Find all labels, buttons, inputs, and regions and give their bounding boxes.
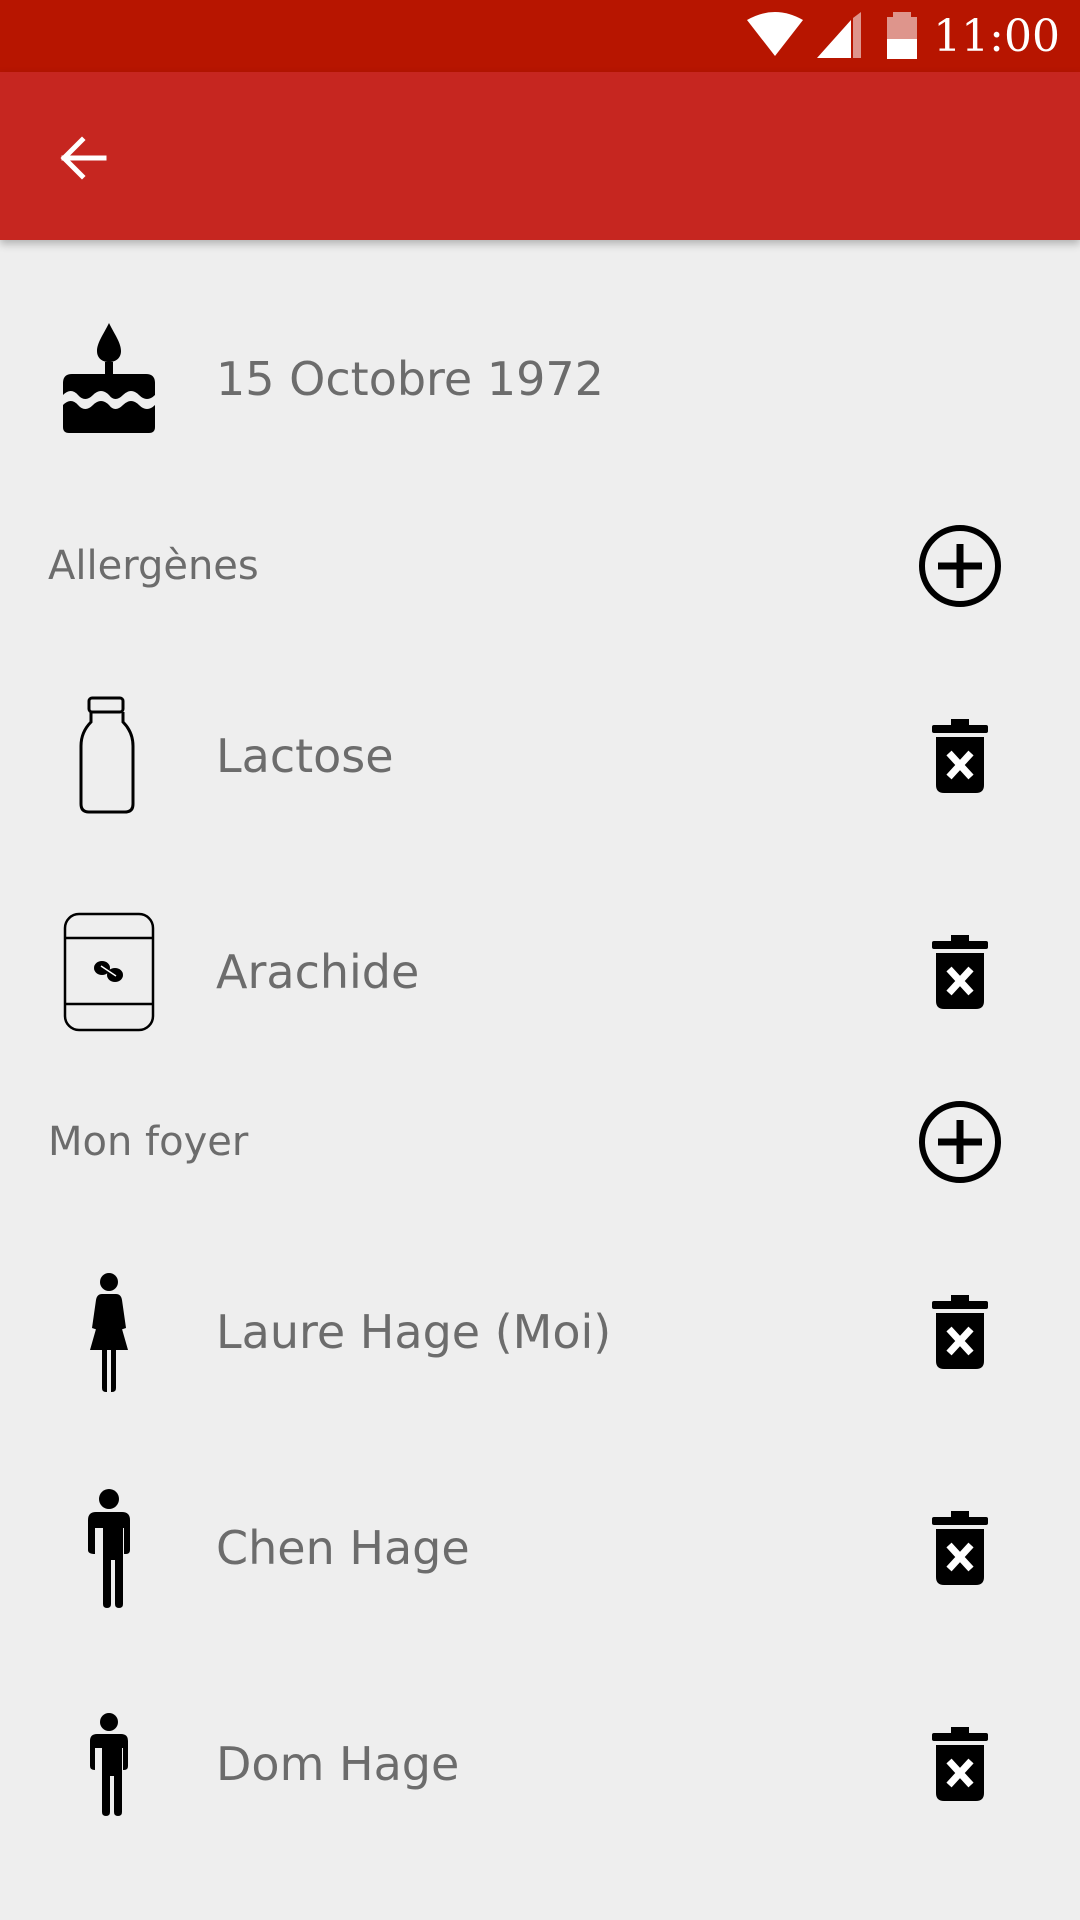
delete-icon bbox=[932, 1295, 988, 1369]
cake-icon bbox=[54, 316, 164, 442]
allergens-header: Allergènes bbox=[0, 516, 1080, 616]
status-time: 11:00 bbox=[933, 10, 1060, 62]
back-button[interactable] bbox=[40, 116, 124, 200]
member-label: Dom Hage bbox=[216, 1737, 460, 1791]
man-icon bbox=[54, 1486, 164, 1610]
delete-icon bbox=[932, 1511, 988, 1585]
add-circle-icon bbox=[919, 525, 1001, 607]
status-icons: 11:00 bbox=[745, 0, 1060, 72]
child-icon bbox=[54, 1702, 164, 1826]
status-bar: 11:00 bbox=[0, 0, 1080, 72]
milk-bottle-icon bbox=[54, 694, 164, 818]
delete-icon bbox=[932, 1727, 988, 1801]
allergen-label: Lactose bbox=[216, 729, 394, 783]
list-item: Laure Hage (Moi) bbox=[0, 1270, 1080, 1394]
delete-icon bbox=[932, 935, 988, 1009]
birthday-date: 15 Octobre 1972 bbox=[216, 352, 604, 406]
add-circle-icon bbox=[919, 1101, 1001, 1183]
delete-allergen-button[interactable] bbox=[910, 694, 1010, 818]
battery-icon bbox=[887, 12, 918, 59]
allergen-label: Arachide bbox=[216, 945, 420, 999]
delete-member-button[interactable] bbox=[910, 1486, 1010, 1610]
delete-member-button[interactable] bbox=[910, 1702, 1010, 1826]
birthday-row: 15 Octobre 1972 bbox=[0, 316, 1080, 442]
list-item: Chen Hage bbox=[0, 1486, 1080, 1610]
add-member-button[interactable] bbox=[910, 1092, 1010, 1192]
member-label: Laure Hage (Moi) bbox=[216, 1305, 612, 1359]
household-section-title: Mon foyer bbox=[48, 1119, 249, 1165]
household-header: Mon foyer bbox=[0, 1092, 1080, 1192]
list-item: Dom Hage bbox=[0, 1702, 1080, 1826]
wifi-icon bbox=[747, 12, 804, 56]
delete-allergen-button[interactable] bbox=[910, 910, 1010, 1034]
delete-member-button[interactable] bbox=[910, 1270, 1010, 1394]
woman-icon bbox=[54, 1270, 164, 1394]
member-label: Chen Hage bbox=[216, 1521, 470, 1575]
arrow-back-icon bbox=[60, 136, 107, 180]
peanut-jar-icon bbox=[54, 910, 164, 1034]
signal-icon bbox=[817, 12, 862, 58]
allergens-section-title: Allergènes bbox=[48, 543, 259, 589]
add-allergen-button[interactable] bbox=[910, 516, 1010, 616]
list-item: Arachide bbox=[0, 910, 1080, 1034]
list-item: Lactose bbox=[0, 694, 1080, 818]
app-bar bbox=[0, 72, 1080, 240]
delete-icon bbox=[932, 719, 988, 793]
